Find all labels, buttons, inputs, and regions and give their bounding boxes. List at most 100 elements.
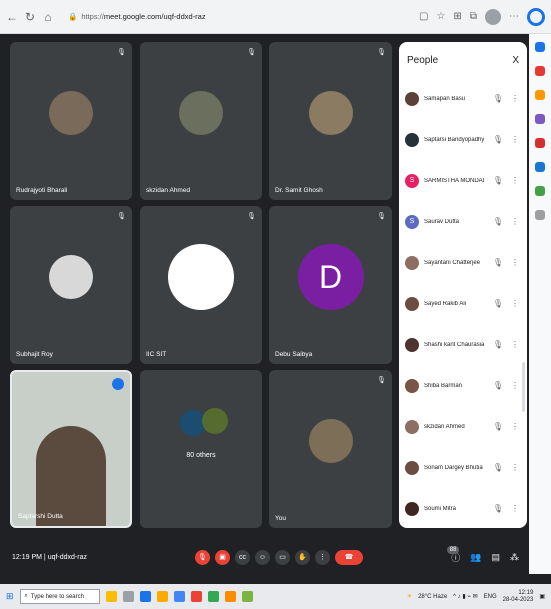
meeting-code: uqf-ddxd-raz (47, 553, 87, 561)
participant-row[interactable]: Shashi kant Chaurasia 🎙 ⋮ (405, 324, 527, 365)
captions-icon[interactable]: cc (235, 549, 250, 565)
games-icon[interactable] (535, 114, 545, 124)
app-icon[interactable] (241, 591, 253, 602)
avatar (405, 132, 419, 147)
back-icon[interactable]: ← (6, 10, 18, 24)
mic-toggle-icon[interactable]: 🎙 (195, 549, 210, 565)
avatar (405, 91, 419, 106)
taskbar-search[interactable]: ⌕ Type here to search (19, 589, 100, 604)
participant-tile[interactable]: 🎙 IIC SIT (140, 206, 262, 364)
participant-tile[interactable]: 🎙 Rudrajyoti Bharali (10, 42, 132, 200)
participant-row[interactable]: Shiba Barman 🎙 ⋮ (405, 365, 527, 406)
more-options-icon[interactable]: ⋮ (511, 94, 519, 103)
search-icon[interactable] (535, 42, 545, 52)
app-icon[interactable] (207, 591, 219, 602)
shopping-icon[interactable] (535, 66, 545, 76)
menu-icon[interactable]: ⋯ (509, 11, 519, 22)
avatar (405, 255, 419, 270)
more-options-icon[interactable]: ⋮ (511, 217, 519, 226)
tray-icons[interactable]: ^ ♪ ▮ ⌁ ✉ (453, 593, 477, 600)
more-options-icon[interactable]: ⋮ (511, 135, 519, 144)
weather-icon[interactable]: ☀ (407, 593, 412, 600)
people-icon[interactable]: 👥 88 (446, 545, 481, 563)
office-icon[interactable] (535, 138, 545, 148)
collections-icon[interactable]: ⧉ (470, 11, 477, 22)
more-options-icon[interactable]: ⋮ (511, 422, 519, 431)
participant-row[interactable]: S SARMISTHA MONDAL 🎙 ⋮ (405, 160, 527, 201)
task-view-icon[interactable] (122, 591, 134, 602)
participant-row[interactable]: Soumi Mitra 🎙 ⋮ (405, 488, 527, 528)
participant-tile[interactable]: 🎙 Dr. Samit Ghosh (269, 42, 392, 200)
self-tile[interactable]: 🎙 You (269, 370, 392, 528)
chat-icon[interactable]: ▤ (491, 552, 500, 563)
extensions-icon[interactable]: ⊞ (453, 11, 461, 22)
participant-row[interactable]: S Saurav Dutta 🎙 ⋮ (405, 201, 527, 242)
participant-row[interactable]: Sonam Dargey Bhutia 🎙 ⋮ (405, 447, 527, 488)
add-icon[interactable] (535, 210, 545, 220)
reader-icon[interactable]: ▢ (419, 11, 428, 22)
participant-row[interactable]: Sayantani Chatterjee 🎙 ⋮ (405, 242, 527, 283)
present-icon[interactable]: ▭ (275, 549, 290, 565)
activities-icon[interactable]: ⁂ (510, 552, 519, 563)
panel-title: People (407, 54, 439, 66)
participant-tile[interactable]: 🎙 skzidan Ahmed (140, 42, 262, 200)
tools-icon[interactable] (535, 90, 545, 100)
address-bar[interactable]: 🔒 https://meet.google.com/uqf-ddxd-raz (60, 7, 214, 27)
avatar (405, 419, 419, 434)
camera-toggle-icon[interactable]: ▣ (215, 549, 230, 565)
close-icon[interactable]: X (512, 55, 519, 66)
cortana-icon[interactable] (105, 591, 117, 602)
chrome-icon[interactable] (190, 591, 202, 602)
more-options-icon[interactable]: ⋮ (511, 463, 519, 472)
mic-muted-icon: 🎙 (492, 135, 503, 144)
home-icon[interactable]: ⌂ (42, 10, 54, 24)
edge-logo-icon[interactable] (527, 7, 545, 26)
participant-row[interactable]: Samapan Basu 🎙 ⋮ (405, 78, 527, 119)
more-options-icon[interactable]: ⋮ (511, 299, 519, 308)
avatar (179, 91, 223, 136)
participant-row[interactable]: Sayed Rakib Ali 🎙 ⋮ (405, 283, 527, 324)
avatar (49, 91, 93, 136)
mic-muted-icon: 🎙 (377, 377, 386, 384)
avatar (168, 244, 234, 311)
store-icon[interactable] (173, 591, 185, 602)
participant-row[interactable]: skzidan Ahmed 🎙 ⋮ (405, 406, 527, 447)
participant-name: Soumi Mitra (424, 505, 457, 512)
avatar (308, 419, 353, 464)
favorite-icon[interactable]: ☆ (437, 11, 446, 22)
notifications-icon[interactable]: ▣ (539, 593, 545, 600)
outlook-icon[interactable] (535, 162, 545, 172)
participant-tile[interactable]: 🎙 Subhajit Roy (10, 206, 132, 364)
drop-icon[interactable] (535, 186, 545, 196)
participant-tile[interactable]: 🎙 D Debu Saibya (269, 206, 392, 364)
more-options-icon[interactable]: ⋮ (511, 258, 519, 267)
participant-row[interactable]: Saptarsi Bandyopadhyay 🎙 ⋮ (405, 119, 527, 160)
avatar (49, 255, 93, 300)
reactions-icon[interactable]: ☺ (255, 549, 270, 565)
others-tile[interactable]: 80 others (140, 370, 262, 528)
more-options-icon[interactable]: ⋮ (511, 381, 519, 390)
scrollbar[interactable] (522, 362, 525, 412)
explorer-icon[interactable] (156, 591, 168, 602)
windows-start-icon[interactable]: ⊞ (6, 591, 14, 602)
more-options-icon[interactable]: ⋮ (511, 340, 519, 349)
profile-avatar[interactable] (485, 8, 501, 25)
app-icon[interactable] (224, 591, 236, 602)
call-controls: 🎙 ▣ cc ☺ ▭ ✋ ⋮ ☎ (195, 549, 363, 565)
more-options-icon[interactable]: ⋮ (511, 504, 519, 513)
weather-text[interactable]: 28°C Haze (418, 594, 447, 600)
refresh-icon[interactable]: ↻ (24, 10, 36, 24)
participant-name: IIC SIT (146, 351, 167, 358)
mic-muted-icon: 🎙 (492, 299, 503, 308)
more-options-icon[interactable]: ⋮ (511, 176, 519, 185)
edge-taskbar-icon[interactable] (139, 591, 151, 602)
more-options-icon[interactable]: ⋮ (315, 549, 330, 565)
participant-name: Saurav Dutta (424, 218, 460, 225)
avatar: S (405, 173, 419, 188)
raise-hand-icon[interactable]: ✋ (295, 549, 310, 565)
leave-call-icon[interactable]: ☎ (335, 549, 363, 565)
avatar (405, 460, 419, 475)
language[interactable]: ENG (484, 594, 497, 600)
participant-video-tile[interactable]: Saptarshi Dutta (10, 370, 132, 528)
clock[interactable]: 12:19 28-04-2023 (503, 590, 534, 604)
